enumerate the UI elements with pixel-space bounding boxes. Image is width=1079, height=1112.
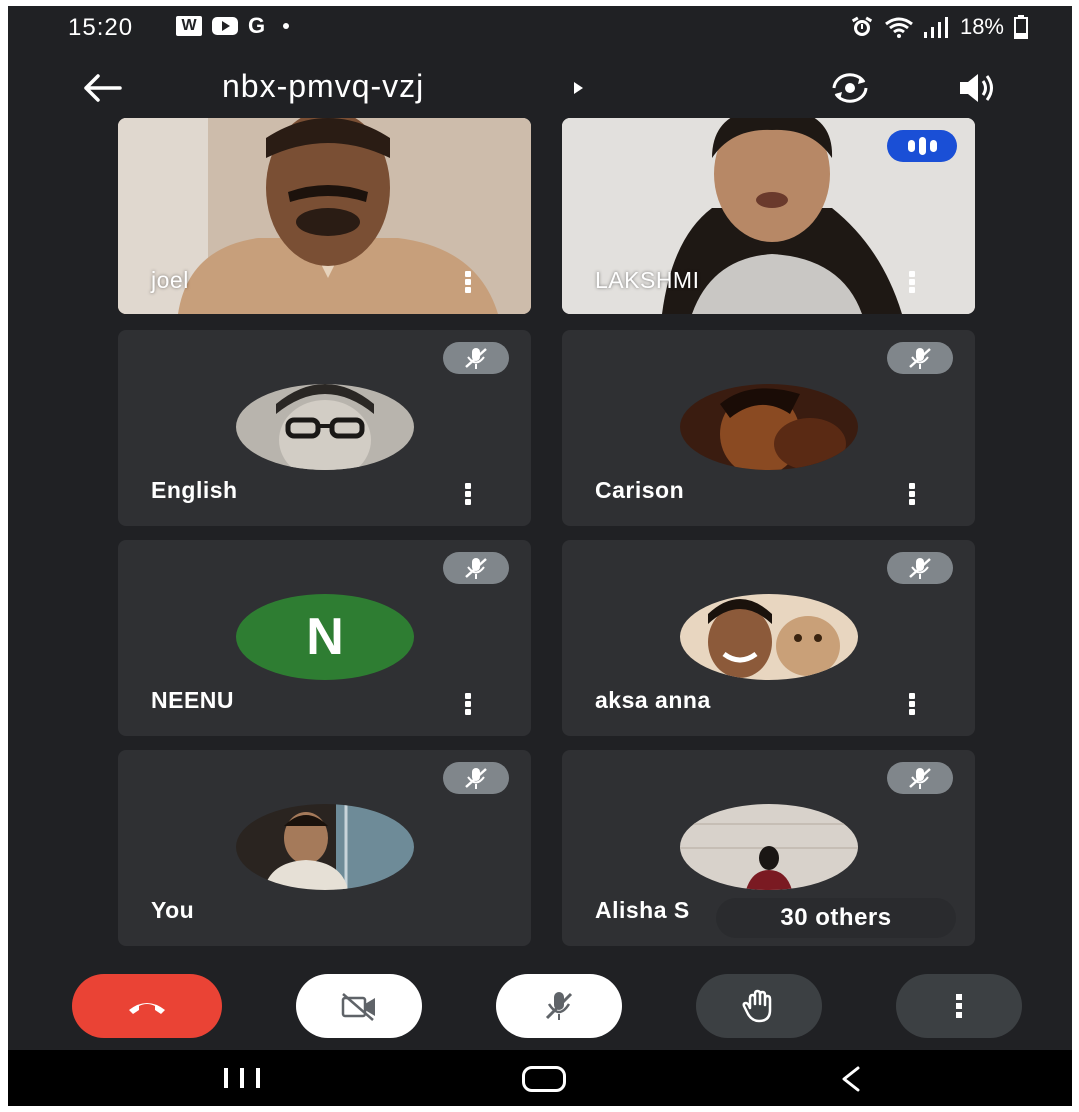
participant-name: Alisha S <box>595 897 690 923</box>
raise-hand-button[interactable] <box>696 974 822 1038</box>
participant-name: aksa anna <box>595 687 711 713</box>
muted-mic-icon <box>887 552 953 584</box>
youtube-icon <box>212 17 238 35</box>
status-time: 15:20 <box>68 14 134 41</box>
back-arrow-icon[interactable] <box>80 68 124 108</box>
meeting-top-bar: nbx-pmvq-vzj <box>8 56 1072 120</box>
participant-menu-icon[interactable] <box>461 268 475 296</box>
participant-menu-icon[interactable] <box>905 690 919 718</box>
end-call-button[interactable] <box>72 974 222 1038</box>
battery-icon <box>1014 15 1028 39</box>
google-icon: G <box>248 13 266 38</box>
status-app-icons: W G <box>176 13 290 38</box>
status-bar: 15:20 W G 18% <box>8 6 1072 56</box>
meeting-code[interactable]: nbx-pmvq-vzj <box>222 68 424 105</box>
recent-apps-icon[interactable] <box>220 1068 264 1088</box>
phone-screen: 15:20 W G 18% nbx-pmvq-vzj joel LAKSHMI … <box>8 6 1072 1106</box>
participant-tile-lakshmi[interactable]: LAKSHMI <box>562 118 975 314</box>
participant-name: LAKSHMI <box>595 267 700 293</box>
speaking-indicator-icon <box>887 130 957 162</box>
participant-tile-joel[interactable]: joel <box>118 118 531 314</box>
participant-menu-icon[interactable] <box>905 268 919 296</box>
participant-tile-aksa-anna[interactable]: aksa anna <box>562 540 975 736</box>
more-vert-icon <box>956 994 962 1018</box>
speaker-icon[interactable] <box>956 68 998 108</box>
hand-icon <box>742 989 772 1023</box>
muted-mic-icon <box>443 762 509 794</box>
more-options-button[interactable] <box>896 974 1022 1038</box>
avatar-initial: N <box>236 594 414 680</box>
participant-name: English <box>151 477 238 503</box>
participant-name: NEENU <box>151 687 235 713</box>
camera-off-icon <box>341 993 375 1021</box>
participant-name: You <box>151 897 195 923</box>
meeting-info-caret-icon[interactable] <box>574 82 583 94</box>
participant-tile-english[interactable]: English <box>118 330 531 526</box>
avatar <box>680 384 858 470</box>
battery-percent: 18% <box>959 14 1004 39</box>
participant-tile-neenu[interactable]: N NEENU <box>118 540 531 736</box>
camera-toggle-button[interactable] <box>296 974 422 1038</box>
participant-menu-icon[interactable] <box>905 480 919 508</box>
muted-mic-icon <box>443 342 509 374</box>
muted-mic-icon <box>887 762 953 794</box>
mic-toggle-button[interactable] <box>496 974 622 1038</box>
participant-menu-icon[interactable] <box>461 690 475 718</box>
others-count-pill[interactable]: 30 others <box>716 898 956 938</box>
participant-menu-icon[interactable] <box>461 480 475 508</box>
alarm-icon <box>850 15 874 39</box>
avatar <box>236 384 414 470</box>
back-icon[interactable] <box>836 1064 866 1094</box>
wifi-icon <box>884 16 914 38</box>
signal-icon <box>923 16 950 38</box>
home-icon[interactable] <box>522 1066 566 1092</box>
participant-name: Carison <box>595 477 685 503</box>
avatar <box>236 804 414 890</box>
notification-dot-icon <box>283 23 290 29</box>
muted-mic-icon <box>887 342 953 374</box>
participant-tile-carison[interactable]: Carison <box>562 330 975 526</box>
muted-mic-icon <box>443 552 509 584</box>
status-indicators: 18% <box>850 14 1028 40</box>
system-navigation-bar <box>8 1050 1072 1106</box>
w-app-icon: W <box>176 16 202 36</box>
mic-off-icon <box>545 992 573 1020</box>
phone-hangup-icon <box>129 1003 165 1014</box>
switch-camera-icon[interactable] <box>830 68 870 108</box>
participant-name: joel <box>151 267 189 293</box>
participant-tile-you[interactable]: You <box>118 750 531 946</box>
avatar <box>680 594 858 680</box>
avatar <box>680 804 858 890</box>
